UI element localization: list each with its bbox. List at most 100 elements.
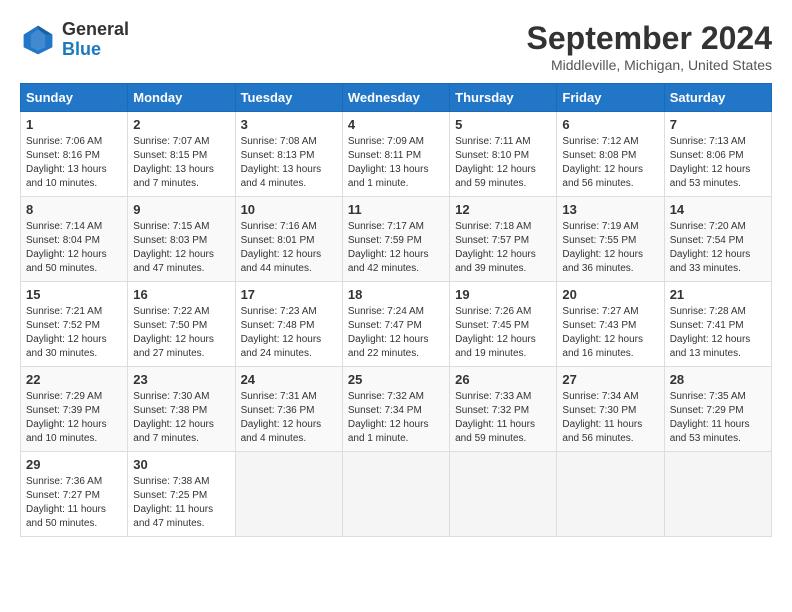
day-number: 16: [133, 287, 229, 302]
calendar-cell: 12 Sunrise: 7:18 AMSunset: 7:57 PMDayligh…: [450, 197, 557, 282]
calendar-cell: 25 Sunrise: 7:32 AMSunset: 7:34 PMDayligh…: [342, 367, 449, 452]
day-number: 29: [26, 457, 122, 472]
calendar-week-1: 1 Sunrise: 7:06 AMSunset: 8:16 PMDaylight…: [21, 112, 772, 197]
calendar-cell: 1 Sunrise: 7:06 AMSunset: 8:16 PMDaylight…: [21, 112, 128, 197]
day-number: 25: [348, 372, 444, 387]
day-number: 21: [670, 287, 766, 302]
calendar-cell: 19Sunrise: 7:26 AMSunset: 7:45 PMDayligh…: [450, 282, 557, 367]
calendar-cell: 2 Sunrise: 7:07 AMSunset: 8:15 PMDaylight…: [128, 112, 235, 197]
day-number: 15: [26, 287, 122, 302]
day-number: 1: [26, 117, 122, 132]
day-number: 2: [133, 117, 229, 132]
day-info: Sunrise: 7:14 AMSunset: 8:04 PMDaylight:…: [26, 220, 122, 276]
day-number: 18: [348, 287, 444, 302]
day-number: 26: [455, 372, 551, 387]
day-number: 8: [26, 202, 122, 217]
calendar-cell: 22Sunrise: 7:29 AMSunset: 7:39 PMDayligh…: [21, 367, 128, 452]
calendar-cell: 23Sunrise: 7:30 AMSunset: 7:38 PMDayligh…: [128, 367, 235, 452]
day-number: 5: [455, 117, 551, 132]
day-number: 7: [670, 117, 766, 132]
day-info: Sunrise: 7:17 AMSunset: 7:59 PMDaylight:…: [348, 220, 444, 276]
day-info: Sunrise: 7:20 AMSunset: 7:54 PMDaylight:…: [670, 220, 766, 276]
calendar-header-tuesday: Tuesday: [235, 84, 342, 112]
calendar-header-saturday: Saturday: [664, 84, 771, 112]
calendar-week-4: 22Sunrise: 7:29 AMSunset: 7:39 PMDayligh…: [21, 367, 772, 452]
day-info: Sunrise: 7:31 AMSunset: 7:36 PMDaylight:…: [241, 390, 337, 446]
day-info: Sunrise: 7:27 AMSunset: 7:43 PMDaylight:…: [562, 305, 658, 361]
day-number: 11: [348, 202, 444, 217]
location: Middleville, Michigan, United States: [527, 57, 772, 73]
calendar-cell: [450, 452, 557, 537]
day-number: 22: [26, 372, 122, 387]
day-number: 17: [241, 287, 337, 302]
calendar-cell: 11 Sunrise: 7:17 AMSunset: 7:59 PMDayligh…: [342, 197, 449, 282]
day-info: Sunrise: 7:33 AMSunset: 7:32 PMDaylight:…: [455, 390, 551, 446]
calendar-body: 1 Sunrise: 7:06 AMSunset: 8:16 PMDaylight…: [21, 112, 772, 537]
day-info: Sunrise: 7:12 AMSunset: 8:08 PMDaylight:…: [562, 135, 658, 191]
day-number: 14: [670, 202, 766, 217]
calendar-cell: 30Sunrise: 7:38 AMSunset: 7:25 PMDayligh…: [128, 452, 235, 537]
day-info: Sunrise: 7:08 AMSunset: 8:13 PMDaylight:…: [241, 135, 337, 191]
day-number: 27: [562, 372, 658, 387]
day-number: 24: [241, 372, 337, 387]
calendar-cell: [557, 452, 664, 537]
day-number: 3: [241, 117, 337, 132]
day-info: Sunrise: 7:11 AMSunset: 8:10 PMDaylight:…: [455, 135, 551, 191]
calendar-header-sunday: Sunday: [21, 84, 128, 112]
calendar-week-3: 15 Sunrise: 7:21 AMSunset: 7:52 PMDayligh…: [21, 282, 772, 367]
calendar-cell: 9Sunrise: 7:15 AMSunset: 8:03 PMDaylight…: [128, 197, 235, 282]
day-number: 12: [455, 202, 551, 217]
day-number: 28: [670, 372, 766, 387]
day-info: Sunrise: 7:16 AMSunset: 8:01 PMDaylight:…: [241, 220, 337, 276]
calendar-cell: 5 Sunrise: 7:11 AMSunset: 8:10 PMDaylight…: [450, 112, 557, 197]
calendar-week-5: 29 Sunrise: 7:36 AMSunset: 7:27 PMDayligh…: [21, 452, 772, 537]
calendar-table: SundayMondayTuesdayWednesdayThursdayFrid…: [20, 83, 772, 537]
logo-line2: Blue: [62, 40, 129, 60]
calendar-cell: 18 Sunrise: 7:24 AMSunset: 7:47 PMDayligh…: [342, 282, 449, 367]
calendar-cell: 21 Sunrise: 7:28 AMSunset: 7:41 PMDayligh…: [664, 282, 771, 367]
day-info: Sunrise: 7:18 AMSunset: 7:57 PMDaylight:…: [455, 220, 551, 276]
calendar-cell: 20 Sunrise: 7:27 AMSunset: 7:43 PMDayligh…: [557, 282, 664, 367]
calendar-cell: 7 Sunrise: 7:13 AMSunset: 8:06 PMDaylight…: [664, 112, 771, 197]
day-info: Sunrise: 7:06 AMSunset: 8:16 PMDaylight:…: [26, 135, 122, 191]
calendar-cell: 27 Sunrise: 7:34 AMSunset: 7:30 PMDayligh…: [557, 367, 664, 452]
calendar-header-friday: Friday: [557, 84, 664, 112]
day-info: Sunrise: 7:19 AMSunset: 7:55 PMDaylight:…: [562, 220, 658, 276]
day-info: Sunrise: 7:36 AMSunset: 7:27 PMDaylight:…: [26, 475, 122, 531]
calendar-cell: 3 Sunrise: 7:08 AMSunset: 8:13 PMDaylight…: [235, 112, 342, 197]
day-info: Sunrise: 7:22 AMSunset: 7:50 PMDaylight:…: [133, 305, 229, 361]
day-info: Sunrise: 7:09 AMSunset: 8:11 PMDaylight:…: [348, 135, 444, 191]
day-number: 10: [241, 202, 337, 217]
day-info: Sunrise: 7:21 AMSunset: 7:52 PMDaylight:…: [26, 305, 122, 361]
logo-icon: [20, 22, 56, 58]
day-info: Sunrise: 7:32 AMSunset: 7:34 PMDaylight:…: [348, 390, 444, 446]
title-area: September 2024 Middleville, Michigan, Un…: [527, 20, 772, 73]
calendar-cell: 28Sunrise: 7:35 AMSunset: 7:29 PMDayligh…: [664, 367, 771, 452]
calendar-header-wednesday: Wednesday: [342, 84, 449, 112]
day-info: Sunrise: 7:07 AMSunset: 8:15 PMDaylight:…: [133, 135, 229, 191]
calendar-cell: 8 Sunrise: 7:14 AMSunset: 8:04 PMDaylight…: [21, 197, 128, 282]
calendar-cell: 29 Sunrise: 7:36 AMSunset: 7:27 PMDayligh…: [21, 452, 128, 537]
day-number: 20: [562, 287, 658, 302]
logo: General Blue: [20, 20, 129, 60]
calendar-cell: [664, 452, 771, 537]
month-title: September 2024: [527, 20, 772, 57]
day-info: Sunrise: 7:30 AMSunset: 7:38 PMDaylight:…: [133, 390, 229, 446]
day-info: Sunrise: 7:13 AMSunset: 8:06 PMDaylight:…: [670, 135, 766, 191]
calendar-cell: 14 Sunrise: 7:20 AMSunset: 7:54 PMDayligh…: [664, 197, 771, 282]
calendar-cell: 4 Sunrise: 7:09 AMSunset: 8:11 PMDaylight…: [342, 112, 449, 197]
day-info: Sunrise: 7:24 AMSunset: 7:47 PMDaylight:…: [348, 305, 444, 361]
calendar-cell: [235, 452, 342, 537]
day-info: Sunrise: 7:34 AMSunset: 7:30 PMDaylight:…: [562, 390, 658, 446]
calendar-cell: [342, 452, 449, 537]
calendar-cell: 17 Sunrise: 7:23 AMSunset: 7:48 PMDayligh…: [235, 282, 342, 367]
calendar-header-thursday: Thursday: [450, 84, 557, 112]
calendar-cell: 15 Sunrise: 7:21 AMSunset: 7:52 PMDayligh…: [21, 282, 128, 367]
calendar-cell: 26 Sunrise: 7:33 AMSunset: 7:32 PMDayligh…: [450, 367, 557, 452]
day-info: Sunrise: 7:23 AMSunset: 7:48 PMDaylight:…: [241, 305, 337, 361]
day-info: Sunrise: 7:28 AMSunset: 7:41 PMDaylight:…: [670, 305, 766, 361]
day-info: Sunrise: 7:26 AMSunset: 7:45 PMDaylight:…: [455, 305, 551, 361]
day-number: 9: [133, 202, 229, 217]
day-info: Sunrise: 7:38 AMSunset: 7:25 PMDaylight:…: [133, 475, 229, 531]
day-number: 4: [348, 117, 444, 132]
